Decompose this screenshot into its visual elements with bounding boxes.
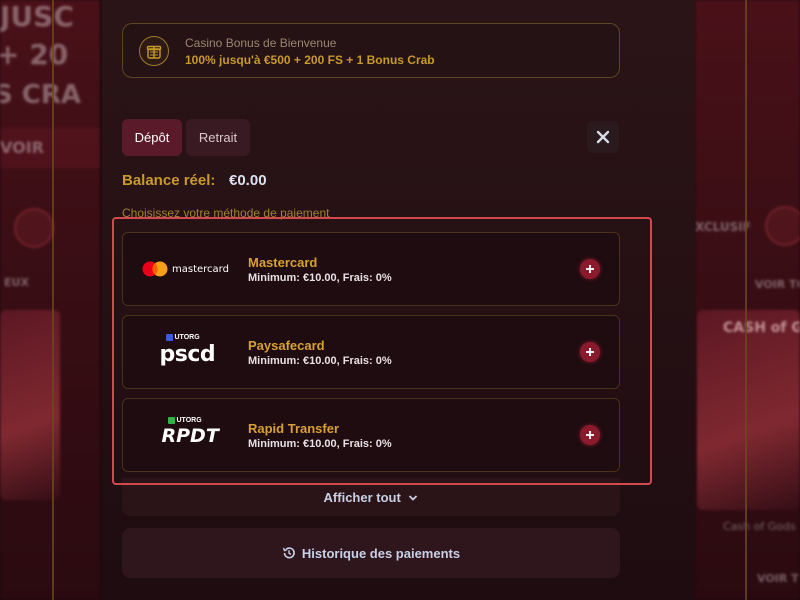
show-all-button[interactable]: Afficher tout xyxy=(122,490,620,505)
background-text: VOIR xyxy=(0,138,44,157)
background-text: + 20 xyxy=(0,38,69,71)
add-method-button[interactable] xyxy=(580,342,600,362)
background-right: XCLUSIF VOIR TO CASH of GODS Cash of God… xyxy=(695,0,800,600)
background-tile xyxy=(0,310,60,500)
utorg-brand-text: UTORG xyxy=(176,417,202,424)
show-all-area: Afficher tout xyxy=(122,478,620,516)
method-name: Rapid Transfer xyxy=(248,421,340,436)
payment-method-mastercard[interactable]: mastercard Mastercard Minimum: €10.00, F… xyxy=(122,232,620,306)
mastercard-logo-text: mastercard xyxy=(172,263,229,275)
chevron-down-icon xyxy=(409,495,418,501)
payment-method-paysafecard[interactable]: UTORG pscd Paysafecard Minimum: €10.00, … xyxy=(122,315,620,389)
background-text: VOIR TO xyxy=(755,278,800,291)
balance-value: €0.00 xyxy=(229,172,267,189)
method-info: Minimum: €10.00, Frais: 0% xyxy=(248,355,392,367)
background-text: S CRA xyxy=(0,80,82,110)
rapid-transfer-logo: UTORG RPDT xyxy=(123,399,248,471)
rapid-transfer-logo-text: RPDT xyxy=(161,425,219,447)
welcome-bonus-banner[interactable]: Casino Bonus de Bienvenue 100% jusqu'à €… xyxy=(122,23,620,78)
payment-modal: Casino Bonus de Bienvenue 100% jusqu'à €… xyxy=(102,0,695,600)
tab-deposit[interactable]: Dépôt xyxy=(122,119,182,156)
paysafecard-logo: UTORG pscd xyxy=(123,316,248,388)
utorg-icon xyxy=(167,417,175,424)
plus-icon xyxy=(586,431,594,439)
utorg-brand-text: UTORG xyxy=(174,334,200,341)
method-name: Mastercard xyxy=(248,255,318,270)
gift-box-icon xyxy=(139,36,169,66)
background-text: XCLUSIF xyxy=(695,220,751,234)
add-method-button[interactable] xyxy=(580,259,600,279)
background-text: JUSC xyxy=(0,0,74,33)
background-tile xyxy=(697,310,800,510)
background-divider xyxy=(52,0,54,600)
balance-label: Balance réel: xyxy=(122,172,216,189)
history-icon xyxy=(282,547,295,559)
background-divider xyxy=(745,0,747,600)
mastercard-circles-icon xyxy=(142,261,168,277)
background-tile-title: CASH of GODS xyxy=(723,320,800,336)
background-circle xyxy=(765,206,800,246)
background-left: JUSC + 20 S CRA VOIR EUX xyxy=(0,0,100,600)
bonus-title: Casino Bonus de Bienvenue xyxy=(185,36,337,50)
add-method-button[interactable] xyxy=(580,425,600,445)
plus-icon xyxy=(586,265,594,273)
close-icon xyxy=(596,130,610,144)
method-name: Paysafecard xyxy=(248,338,325,353)
tab-withdraw[interactable]: Retrait xyxy=(186,119,250,156)
background-text: VOIR T xyxy=(757,572,799,585)
show-all-label: Afficher tout xyxy=(323,490,401,505)
payment-history-label: Historique des paiements xyxy=(301,545,461,561)
mastercard-logo: mastercard xyxy=(123,233,248,305)
bonus-description: 100% jusqu'à €500 + 200 FS + 1 Bonus Cra… xyxy=(185,53,435,67)
payment-method-heading: Choisissez votre méthode de paiement xyxy=(122,206,330,220)
background-text: EUX xyxy=(4,276,29,289)
utorg-icon xyxy=(165,334,173,341)
plus-icon xyxy=(586,348,594,356)
background-circle xyxy=(14,208,54,248)
payment-method-rapid-transfer[interactable]: UTORG RPDT Rapid Transfer Minimum: €10.0… xyxy=(122,398,620,472)
paysafecard-logo-text: pscd xyxy=(159,342,216,367)
method-info: Minimum: €10.00, Frais: 0% xyxy=(248,272,392,284)
method-info: Minimum: €10.00, Frais: 0% xyxy=(248,438,392,450)
payment-history-button[interactable]: Historique des paiements xyxy=(122,528,620,578)
close-button[interactable] xyxy=(587,121,619,153)
background-text: Cash of Gods xyxy=(723,520,796,533)
